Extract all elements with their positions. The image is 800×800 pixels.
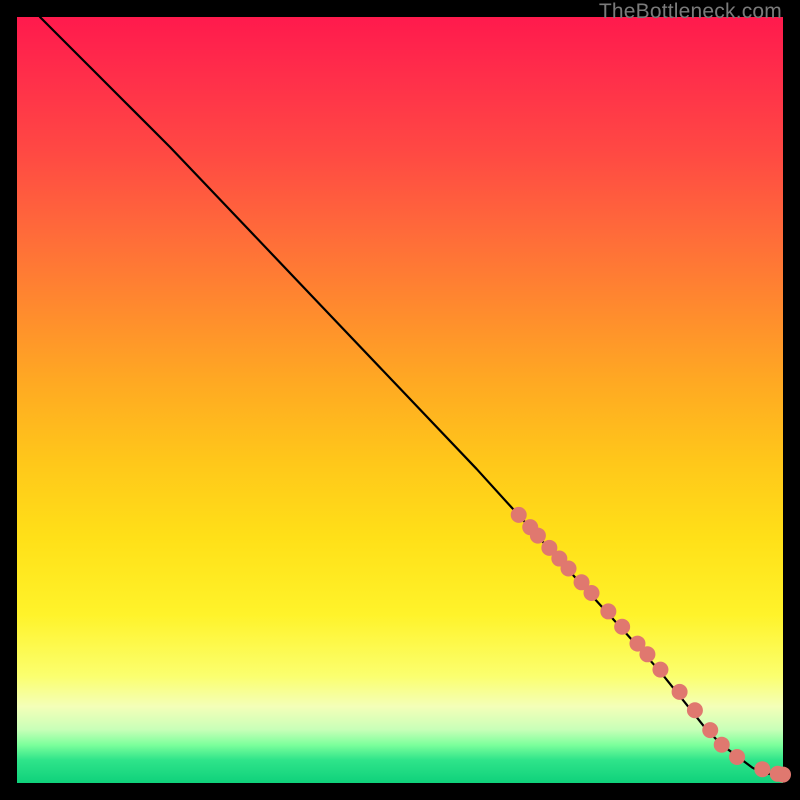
chart-marker [530,528,546,544]
chart-markers [511,507,791,783]
chart-marker [652,662,668,678]
chart-marker [614,619,630,635]
chart-curve [40,17,779,775]
chart-marker [639,646,655,662]
chart-marker [702,722,718,738]
chart-frame: TheBottleneck.com [0,0,800,800]
chart-marker [714,737,730,753]
chart-marker [729,749,745,765]
chart-marker [584,585,600,601]
chart-marker [775,767,791,783]
chart-marker [561,561,577,577]
chart-svg [17,17,783,783]
chart-marker [600,603,616,619]
chart-marker [754,761,770,777]
chart-marker [687,702,703,718]
chart-marker [672,684,688,700]
chart-marker [511,507,527,523]
